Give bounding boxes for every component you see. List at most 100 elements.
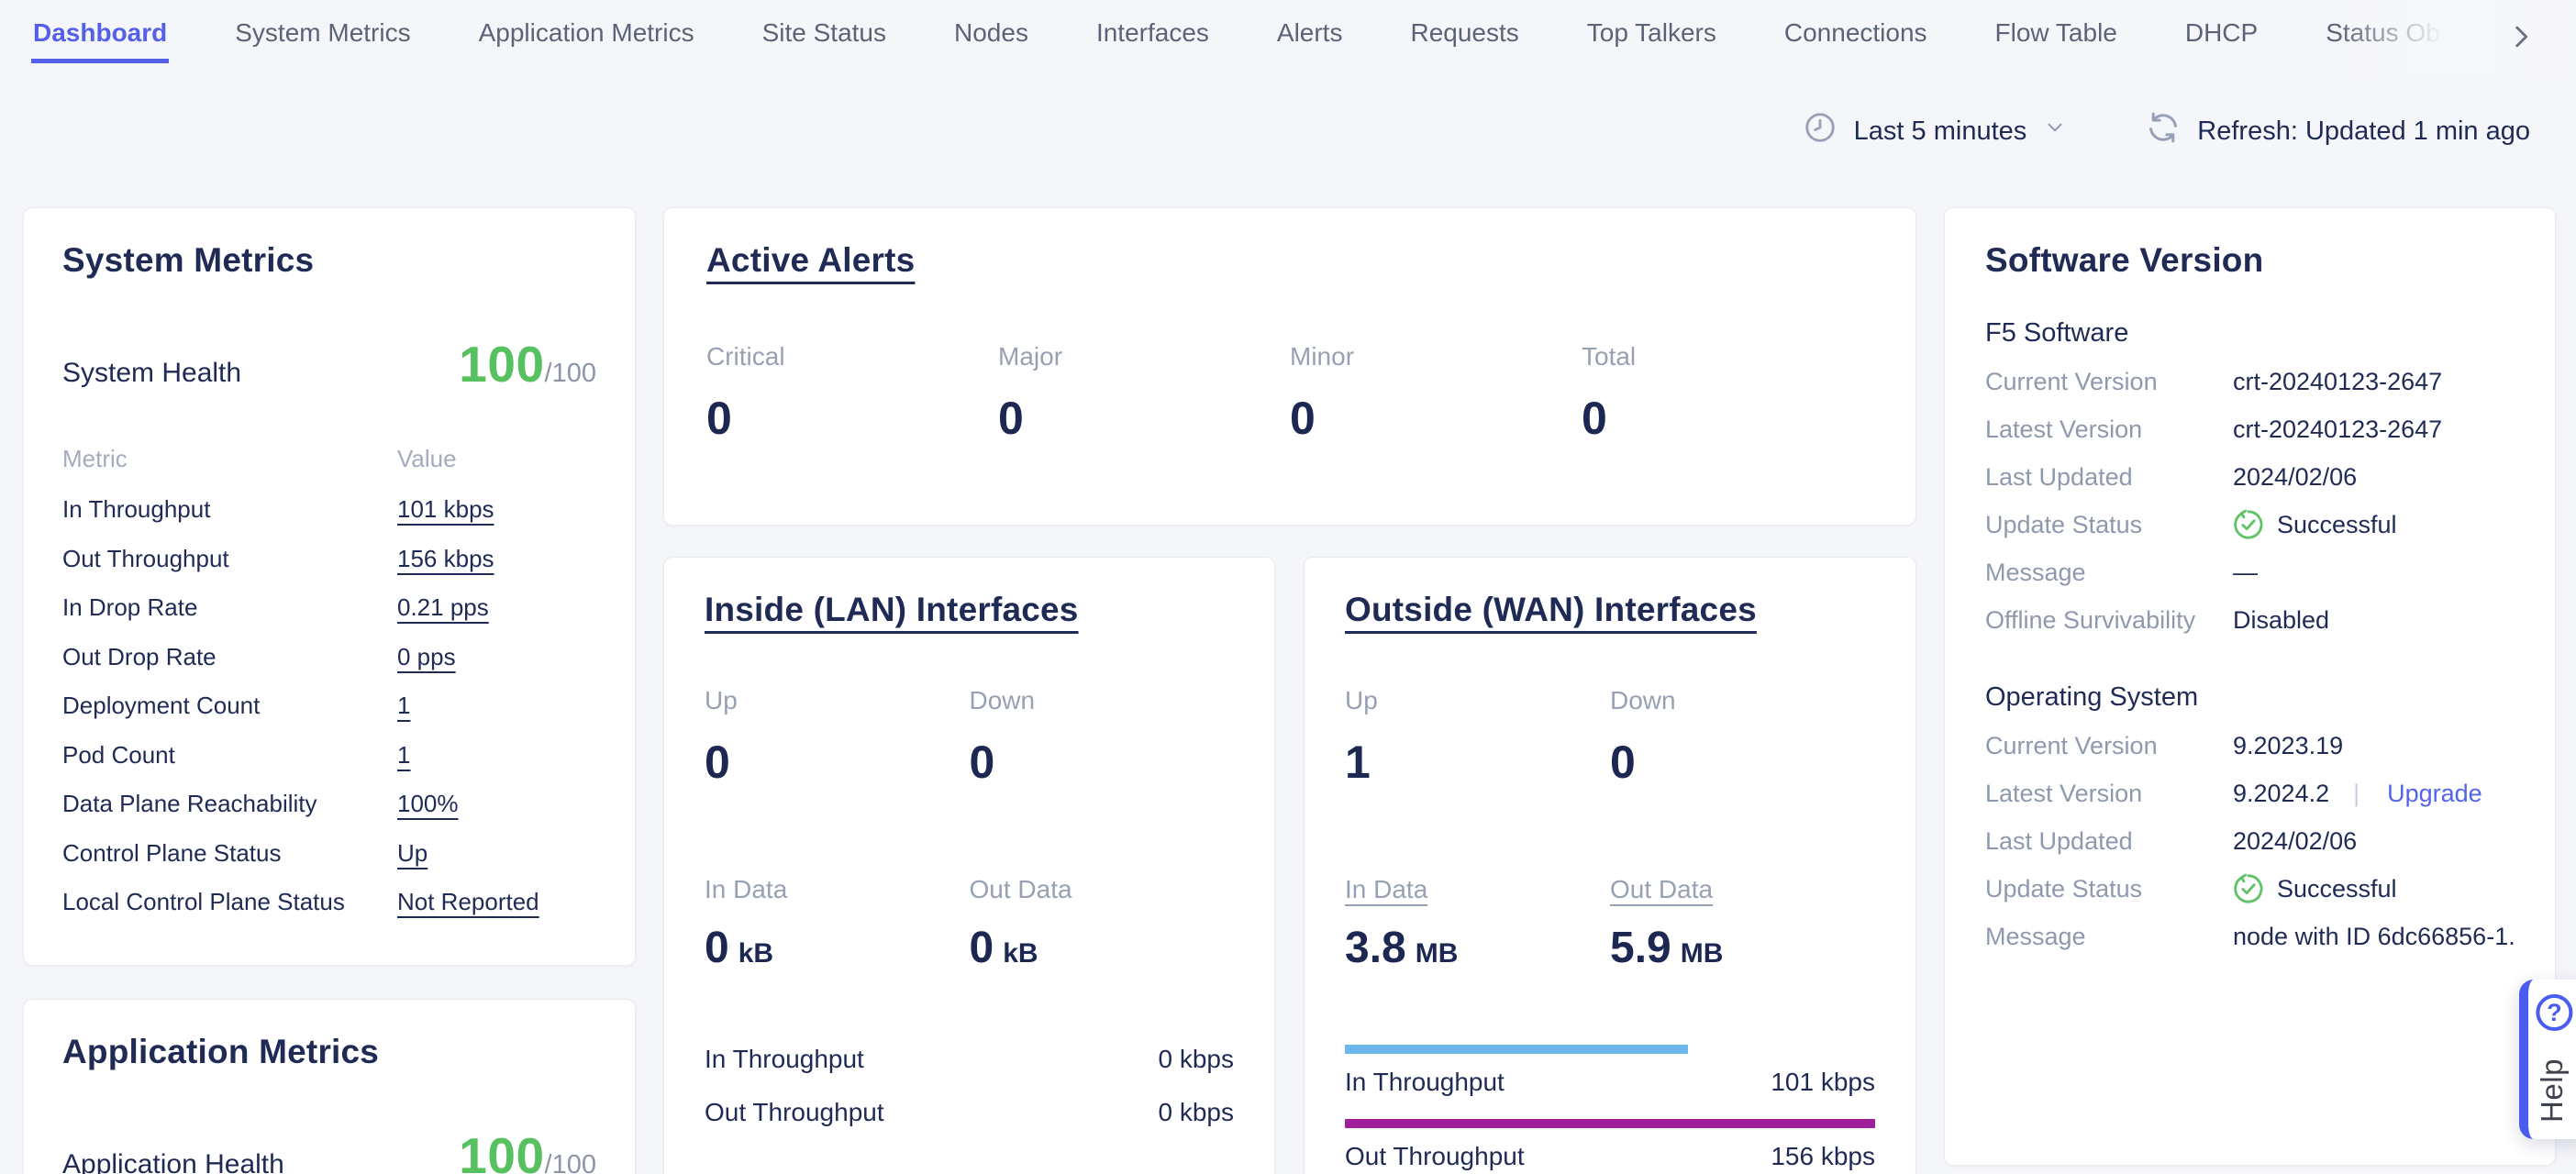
wan-out-data: Out Data 5.9MB xyxy=(1610,875,1875,973)
stat-value: 0 xyxy=(1582,392,1873,445)
data-total-label-link[interactable]: In Data xyxy=(1345,875,1427,904)
check-circle-icon xyxy=(2233,509,2264,540)
nav-tab-application-metrics[interactable]: Application Metrics xyxy=(477,18,696,63)
health-suffix: /100 xyxy=(545,1150,596,1174)
data-total-label-link[interactable]: Out Data xyxy=(1610,875,1713,904)
help-tab[interactable]: ? Help xyxy=(2519,980,2576,1139)
value-column-header: Value xyxy=(397,445,596,473)
time-range-label: Last 5 minutes xyxy=(1854,116,2027,147)
alert-stat-major: Major0 xyxy=(998,342,1290,445)
health-score: 100/100 xyxy=(459,1126,596,1174)
nav-tab-connections[interactable]: Connections xyxy=(1782,18,1929,63)
metric-value-link[interactable]: 100% xyxy=(397,780,459,829)
alert-stat-critical: Critical0 xyxy=(706,342,998,445)
row-label: Message xyxy=(1985,548,2233,596)
data-total-label: In Data xyxy=(705,875,970,904)
lan-updown-stats: Up0Down0 xyxy=(705,686,1234,789)
data-total-unit: MB xyxy=(1681,938,1724,969)
nav-tab-alerts[interactable]: Alerts xyxy=(1275,18,1345,63)
software-row-offline-survivability: Offline SurvivabilityDisabled xyxy=(1985,596,2515,644)
value-divider: | xyxy=(2353,770,2359,817)
nav-overflow-chevron-right-icon[interactable] xyxy=(2503,18,2539,55)
metric-value-link[interactable]: 1 xyxy=(397,731,410,781)
table-body: In Throughput101 kbpsOut Throughput156 k… xyxy=(62,485,596,927)
card-title: Software Version xyxy=(1985,241,2263,280)
wan-interfaces-title-link[interactable]: Outside (WAN) Interfaces xyxy=(1345,591,1757,629)
software-row-message: Messagenode with ID 6dc66856-1... xyxy=(1985,913,2515,960)
nav-tab-site-status[interactable]: Site Status xyxy=(761,18,888,63)
row-label: Update Status xyxy=(1985,501,2233,548)
upgrade-link[interactable]: Upgrade xyxy=(2387,770,2482,817)
row-value: Disabled xyxy=(2233,596,2515,644)
software-row-update-status: Update Status Successful xyxy=(1985,865,2515,913)
data-total-number: 0 xyxy=(705,924,729,972)
metric-value-link[interactable]: 1 xyxy=(397,681,410,731)
row-value: node with ID 6dc66856-1... xyxy=(2233,913,2515,960)
metric-value-link[interactable]: Up xyxy=(397,829,427,879)
row-value-text: Successful xyxy=(2277,865,2397,913)
table-row: Deployment Count1 xyxy=(62,681,596,731)
row-label: Update Status xyxy=(1985,865,2233,913)
lan-interfaces-title-link[interactable]: Inside (LAN) Interfaces xyxy=(705,591,1079,629)
nav-tab-system-metrics[interactable]: System Metrics xyxy=(233,18,412,63)
data-total-unit: MB xyxy=(1416,938,1459,969)
wan-in-data: In Data3.8MB xyxy=(1345,875,1610,973)
metric-value-link[interactable]: 101 kbps xyxy=(397,485,494,535)
stat-label: Down xyxy=(970,686,1235,715)
throughput-label: Out Throughput xyxy=(705,1098,884,1127)
nav-tab-top-talkers[interactable]: Top Talkers xyxy=(1585,18,1718,63)
throughput-row: Out Throughput156 kbps xyxy=(1345,1142,1875,1171)
nav-tab-interfaces[interactable]: Interfaces xyxy=(1094,18,1211,63)
software-row-latest-version: Latest Versioncrt-20240123-2647 xyxy=(1985,405,2515,453)
nav-tab-dashboard[interactable]: Dashboard xyxy=(31,18,169,63)
time-range-selector[interactable]: Last 5 minutes xyxy=(1803,110,2068,152)
metric-column-header: Metric xyxy=(62,445,397,473)
table-row: In Throughput101 kbps xyxy=(62,485,596,535)
row-value-text: Disabled xyxy=(2233,596,2329,644)
stat-value: 0 xyxy=(1610,736,1875,789)
alert-stats: Critical0Major0Minor0Total0 xyxy=(706,342,1873,445)
row-label: Offline Survivability xyxy=(1985,596,2233,644)
row-value: 9.2023.19 xyxy=(2233,722,2515,770)
data-total-unit: kB xyxy=(1003,938,1038,969)
throughput-label: In Throughput xyxy=(1345,1068,1505,1097)
table-row: Pod Count1 xyxy=(62,731,596,781)
nav-tab-nodes[interactable]: Nodes xyxy=(952,18,1030,63)
check-circle-icon xyxy=(2233,873,2264,904)
metric-label: In Throughput xyxy=(62,485,397,535)
throughput-row: Out Throughput0 kbps xyxy=(705,1098,1234,1127)
nav-tab-flow-table[interactable]: Flow Table xyxy=(1993,18,2119,63)
application-health-row: Application Health 100/100 xyxy=(62,1126,596,1174)
health-value: 100 xyxy=(459,336,544,393)
metric-value-link[interactable]: 0.21 pps xyxy=(397,583,489,633)
row-value: Successful xyxy=(2233,501,2515,548)
row-value: crt-20240123-2647 xyxy=(2233,405,2515,453)
metric-value-link[interactable]: 0 pps xyxy=(397,633,456,682)
row-label: Current Version xyxy=(1985,722,2233,770)
wan-throughput-list: In Throughput101 kbpsOut Throughput156 k… xyxy=(1345,1045,1875,1171)
active-alerts-title-link[interactable]: Active Alerts xyxy=(706,241,915,280)
help-label: Help xyxy=(2535,1058,2570,1123)
throughput-value: 156 kbps xyxy=(1771,1142,1875,1171)
software-row-current-version: Current Versioncrt-20240123-2647 xyxy=(1985,358,2515,405)
stat-value: 0 xyxy=(705,736,970,789)
data-total-value: 5.9MB xyxy=(1610,923,1875,973)
row-value-text: 9.2023.19 xyxy=(2233,722,2343,770)
alert-stat-total: Total0 xyxy=(1582,342,1873,445)
lan-data-totals: In Data0kBOut Data0kB xyxy=(705,875,1234,973)
stat-value: 0 xyxy=(970,736,1235,789)
nav-tab-requests[interactable]: Requests xyxy=(1408,18,1520,63)
wan-stat-up: Up1 xyxy=(1345,686,1610,789)
nav-tab-dhcp[interactable]: DHCP xyxy=(2183,18,2260,63)
software-row-last-updated: Last Updated2024/02/06 xyxy=(1985,817,2515,865)
metric-value-link[interactable]: 156 kbps xyxy=(397,535,494,584)
refresh-button[interactable]: Refresh: Updated 1 min ago xyxy=(2146,110,2530,152)
lan-in-data: In Data0kB xyxy=(705,875,970,973)
row-value-text: crt-20240123-2647 xyxy=(2233,358,2442,405)
metric-value-link[interactable]: Not Reported xyxy=(397,878,539,927)
lan-stat-up: Up0 xyxy=(705,686,970,789)
throughput-bar-out-throughput xyxy=(1345,1119,1875,1128)
stat-value: 0 xyxy=(998,392,1290,445)
row-value-text: node with ID 6dc66856-1... xyxy=(2233,913,2515,960)
lan-throughput-list: In Throughput0 kbpsOut Throughput0 kbps xyxy=(705,1045,1234,1127)
